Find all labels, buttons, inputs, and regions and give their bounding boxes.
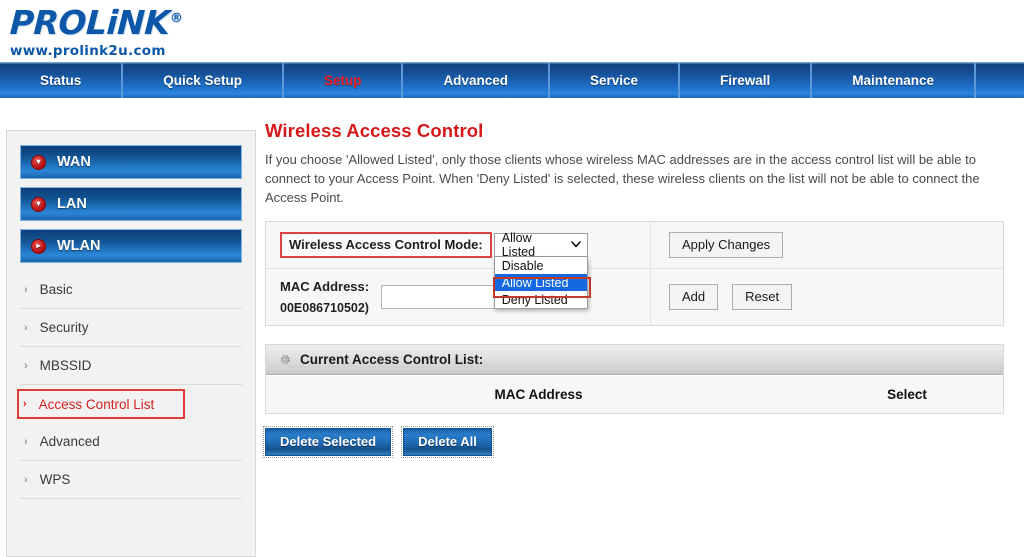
sidebar-item-access-control-list[interactable]: › Access Control List — [17, 389, 185, 419]
access-control-mode-value: Allow Listed — [501, 231, 536, 259]
sidebar-group-label: WAN — [57, 154, 91, 170]
mac-address-label: MAC Address: — [280, 279, 370, 294]
page-description: If you choose 'Allowed Listed', only tho… — [265, 152, 980, 205]
chevron-down-glyph — [570, 240, 581, 247]
acl-column-select: Select — [887, 387, 927, 402]
chevron-right-circle-icon: ▸ — [31, 238, 46, 254]
sidebar-item-label: Advanced — [39, 434, 100, 449]
brand-name-text: PROLiNK — [8, 3, 171, 42]
current-access-control-list: Current Access Control List: MAC Address… — [265, 344, 1004, 414]
acl-actions: Delete Selected Delete All — [262, 426, 1012, 458]
sidebar-item-label: Basic — [39, 282, 73, 297]
mode-row: Wireless Access Control Mode: Allow List… — [266, 222, 1003, 309]
acl-header: Current Access Control List: — [266, 345, 1003, 375]
mac-address-row: MAC Address: 00E086710502) Add Reset — [266, 269, 1003, 325]
delete-all-button[interactable]: Delete All — [401, 426, 494, 458]
main-navigation: Status Quick Setup Setup Advanced Servic… — [0, 62, 1024, 98]
brand-url: www.prolink2u.com — [10, 43, 166, 59]
nav-item-status[interactable]: Status — [0, 63, 124, 98]
sidebar: ▾ WAN ▾ LAN ▸ WLAN › Basic › Security › … — [6, 130, 256, 557]
brand-logo: PROLiNK® www.prolink2u.com — [8, 2, 183, 59]
mac-label-column: MAC Address: 00E086710502) — [280, 279, 369, 315]
sidebar-item-label: Security — [39, 320, 89, 335]
access-control-mode-dropdown[interactable]: Disable Allow Listed Deny Listed — [492, 257, 591, 309]
chevron-right-icon: › — [24, 473, 28, 486]
sidebar-group-label: LAN — [57, 196, 87, 212]
chevron-right-icon: › — [24, 435, 28, 448]
sidebar-item-mbssid[interactable]: › MBSSID — [20, 347, 242, 385]
chevron-down-icon — [570, 240, 581, 251]
main-content: Wireless Access Control If you choose 'A… — [256, 98, 1024, 458]
sidebar-item-wps[interactable]: › WPS — [20, 461, 242, 499]
dropdown-option-allow-listed[interactable]: Allow Listed — [494, 274, 587, 291]
chevron-down-circle-icon: ▾ — [31, 154, 46, 170]
acl-header-label: Current Access Control List: — [300, 352, 484, 367]
gear-glyph — [280, 354, 290, 365]
chevron-right-icon: › — [24, 359, 28, 372]
nav-item-quick-setup[interactable]: Quick Setup — [123, 63, 284, 98]
acl-table-header-row: MAC Address Select — [266, 375, 1003, 413]
sidebar-item-advanced[interactable]: › Advanced — [20, 423, 242, 461]
mode-row-right: Apply Changes — [651, 222, 1003, 268]
nav-item-setup[interactable]: Setup — [284, 63, 404, 98]
sidebar-group-lan[interactable]: ▾ LAN — [20, 187, 242, 221]
access-control-mode-select-wrap: Allow Listed Disable Allow Listed Deny L… — [492, 231, 591, 309]
chevron-down-circle-icon: ▾ — [31, 196, 46, 212]
sidebar-item-basic[interactable]: › Basic — [20, 271, 242, 309]
access-control-mode-select[interactable]: Allow Listed — [493, 231, 588, 259]
dropdown-option-disable[interactable]: Disable — [495, 257, 587, 274]
mode-row-left: Wireless Access Control Mode: Allow List… — [266, 222, 651, 309]
chevron-right-icon: › — [24, 321, 28, 334]
add-button[interactable]: Add — [669, 284, 719, 310]
sidebar-group-wlan[interactable]: ▸ WLAN — [20, 229, 242, 263]
mac-row-right: Add Reset — [651, 274, 1003, 320]
sidebar-item-security[interactable]: › Security — [20, 309, 242, 347]
sidebar-group-wan[interactable]: ▾ WAN — [20, 145, 242, 179]
chevron-right-icon: › — [24, 283, 28, 296]
nav-item-advanced[interactable]: Advanced — [403, 63, 550, 98]
reset-button[interactable]: Reset — [732, 284, 793, 310]
gear-icon — [277, 352, 292, 367]
sidebar-group-label: WLAN — [57, 238, 101, 254]
acl-column-mac-address: MAC Address — [494, 387, 583, 402]
apply-changes-button[interactable]: Apply Changes — [669, 232, 784, 258]
delete-selected-button[interactable]: Delete Selected — [262, 426, 394, 458]
mac-row-left: MAC Address: 00E086710502) — [266, 269, 651, 325]
mac-address-example-hint: 00E086710502) — [280, 301, 369, 315]
page-title: Wireless Access Control — [265, 120, 484, 141]
nav-item-firewall[interactable]: Firewall — [680, 63, 813, 98]
nav-item-service[interactable]: Service — [550, 63, 680, 98]
access-control-form: Wireless Access Control Mode: Allow List… — [265, 221, 1004, 326]
sidebar-item-label: WPS — [39, 472, 71, 487]
page-header: PROLiNK® www.prolink2u.com — [0, 0, 1024, 62]
chevron-right-icon: › — [23, 398, 27, 410]
nav-end-spacer — [976, 63, 1024, 98]
sidebar-item-label: Access Control List — [38, 396, 155, 412]
mac-address-input[interactable] — [381, 285, 500, 309]
dropdown-option-deny-listed[interactable]: Deny Listed — [495, 291, 587, 308]
access-control-mode-label: Wireless Access Control Mode: — [280, 232, 492, 258]
registered-mark: ® — [169, 11, 183, 26]
brand-name: PROLiNK® — [8, 2, 183, 42]
nav-item-maintenance[interactable]: Maintenance — [812, 63, 976, 98]
sidebar-item-label: MBSSID — [39, 358, 92, 373]
